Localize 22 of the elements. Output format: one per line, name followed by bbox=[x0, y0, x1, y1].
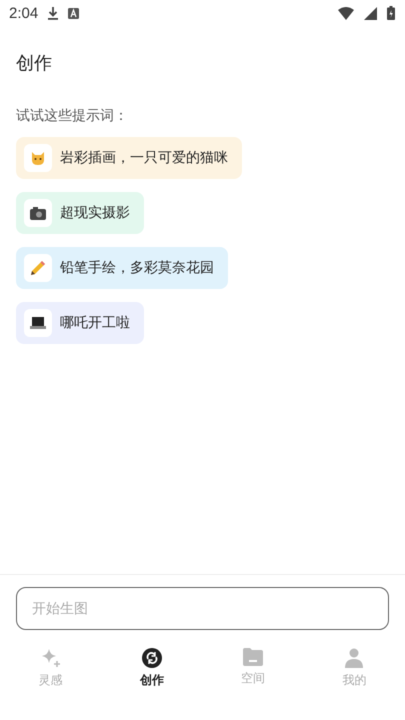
page-title: 创作 bbox=[16, 52, 53, 75]
status-time: 2:04 bbox=[9, 4, 38, 22]
download-icon bbox=[48, 6, 58, 20]
prompt-hint: 试试这些提示词： bbox=[16, 107, 129, 125]
sparkle-icon bbox=[40, 648, 61, 668]
wifi-icon bbox=[338, 6, 354, 20]
pencil-icon bbox=[30, 260, 46, 276]
prompt-chip[interactable]: 铅笔手绘，多彩莫奈花园 bbox=[16, 247, 228, 289]
prompt-chip[interactable]: 超现实摄影 bbox=[16, 192, 144, 234]
refresh-icon bbox=[142, 648, 162, 668]
battery-icon bbox=[387, 6, 395, 20]
prompt-chip[interactable]: 哪吒开工啦 bbox=[16, 302, 144, 344]
app-notification-icon bbox=[68, 8, 80, 18]
cat-icon bbox=[30, 150, 46, 166]
prompt-input[interactable]: 开始生图 bbox=[16, 587, 389, 630]
folder-icon bbox=[243, 648, 264, 666]
person-icon bbox=[344, 648, 364, 668]
signal-icon bbox=[364, 6, 377, 20]
nav-tab[interactable]: 创作 bbox=[101, 630, 202, 720]
camera-icon bbox=[30, 206, 46, 220]
prompt-chip[interactable]: 岩彩插画，一只可爱的猫咪 bbox=[16, 137, 242, 179]
laptop-icon bbox=[30, 316, 46, 330]
